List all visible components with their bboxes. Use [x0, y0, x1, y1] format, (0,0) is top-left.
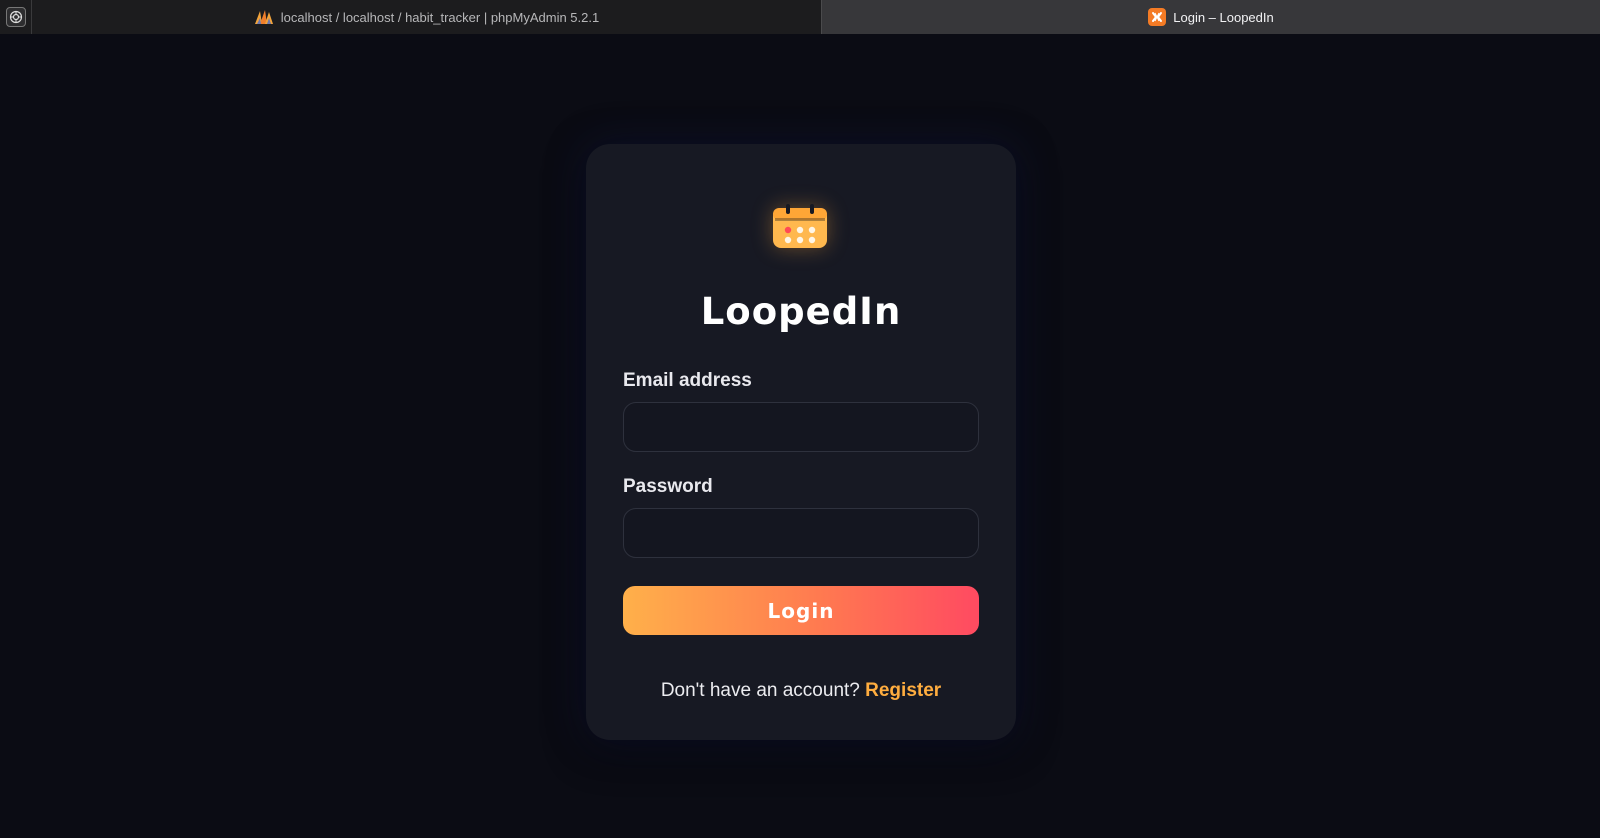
tab-phpmyadmin[interactable]: localhost / localhost / habit_tracker | … — [32, 0, 822, 34]
chatgpt-icon — [5, 7, 26, 27]
email-field[interactable] — [623, 402, 979, 452]
login-card: LoopedIn Email address Password Login Do… — [586, 144, 1016, 740]
register-prompt: Don't have an account? — [660, 680, 860, 701]
calendar-icon — [773, 204, 827, 248]
page-title: LoopedIn — [700, 290, 902, 333]
login-button[interactable]: Login — [623, 586, 979, 635]
password-field[interactable] — [623, 508, 979, 558]
xampp-icon — [1148, 8, 1167, 26]
tab-loopedin-login[interactable]: Login – LoopedIn — [822, 0, 1600, 34]
page-background: LoopedIn Email address Password Login Do… — [0, 34, 1600, 838]
browser-tab-bar: localhost / localhost / habit_tracker | … — [0, 0, 1600, 34]
password-label: Password — [623, 476, 713, 497]
tab-title: Login – LoopedIn — [1173, 9, 1274, 25]
phpmyadmin-icon — [254, 9, 274, 25]
register-link[interactable]: Register — [865, 680, 941, 701]
tab-title: localhost / localhost / habit_tracker | … — [280, 9, 600, 25]
email-label: Email address — [623, 370, 752, 391]
register-prompt-line: Don't have an account? Register — [586, 680, 1016, 702]
pinned-tab[interactable] — [0, 0, 32, 34]
